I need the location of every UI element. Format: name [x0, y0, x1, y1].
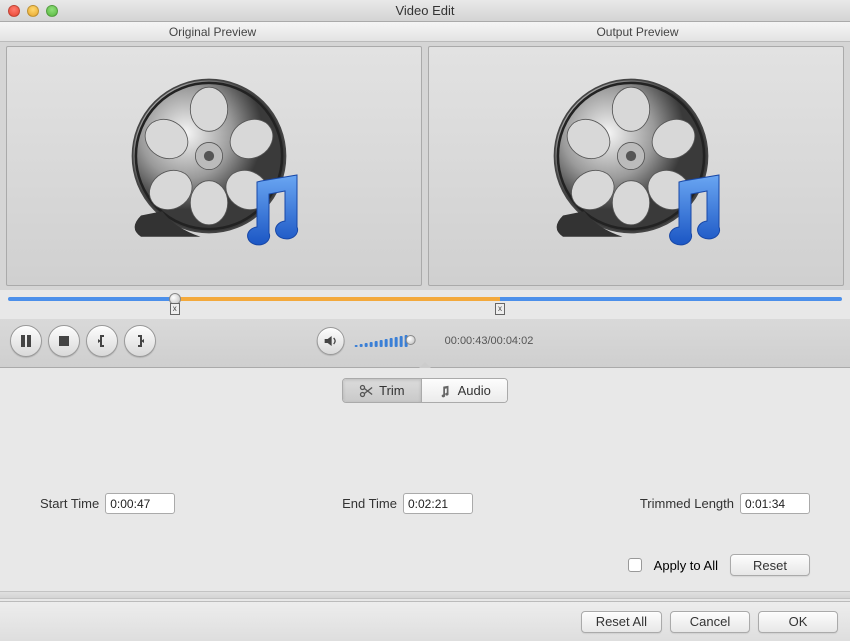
- minimize-window-button[interactable]: [27, 5, 39, 17]
- trim-panel: Start Time End Time Trimmed Length Apply…: [0, 403, 850, 606]
- bracket-left-icon: [95, 334, 109, 348]
- stop-button[interactable]: [48, 325, 80, 357]
- apply-to-all-label: Apply to All: [654, 558, 718, 573]
- mark-in-button[interactable]: [86, 325, 118, 357]
- end-time-label: End Time: [342, 496, 397, 511]
- preview-area: [0, 42, 850, 290]
- tab-audio[interactable]: Audio: [421, 379, 507, 402]
- tab-pointer-icon: [419, 362, 431, 368]
- end-time-input[interactable]: [403, 493, 473, 514]
- film-reel-icon: [114, 66, 314, 266]
- trimmed-length-label: Trimmed Length: [640, 496, 734, 511]
- tab-trim-label: Trim: [379, 383, 405, 398]
- film-reel-icon: [536, 66, 736, 266]
- output-preview: [428, 46, 844, 286]
- trimmed-length-input[interactable]: [740, 493, 810, 514]
- music-note-icon: [239, 171, 309, 251]
- pause-icon: [19, 334, 33, 348]
- pause-button[interactable]: [10, 325, 42, 357]
- original-preview: [6, 46, 422, 286]
- reset-button[interactable]: Reset: [730, 554, 810, 576]
- trim-end-handle[interactable]: x: [495, 303, 505, 315]
- reset-all-button[interactable]: Reset All: [581, 611, 662, 633]
- ok-button[interactable]: OK: [758, 611, 838, 633]
- cancel-button[interactable]: Cancel: [670, 611, 750, 633]
- volume-slider[interactable]: [355, 335, 435, 347]
- original-preview-label: Original Preview: [0, 22, 425, 41]
- start-time-input[interactable]: [105, 493, 175, 514]
- trim-timeline[interactable]: x x: [8, 293, 842, 317]
- volume-knob[interactable]: [406, 335, 416, 345]
- panel-separator: [0, 591, 850, 599]
- timeline-selection: [175, 297, 500, 301]
- preview-header: Original Preview Output Preview: [0, 22, 850, 42]
- zoom-window-button[interactable]: [46, 5, 58, 17]
- close-window-button[interactable]: [8, 5, 20, 17]
- scissors-icon: [359, 384, 373, 398]
- output-preview-label: Output Preview: [425, 22, 850, 41]
- window-title: Video Edit: [0, 3, 850, 18]
- volume-button[interactable]: [317, 327, 345, 355]
- music-note-icon: [661, 171, 731, 251]
- dialog-footer: Reset All Cancel OK: [0, 601, 850, 641]
- trim-start-handle[interactable]: x: [170, 303, 180, 315]
- mark-out-button[interactable]: [124, 325, 156, 357]
- stop-icon: [57, 334, 71, 348]
- apply-to-all-checkbox[interactable]: [628, 558, 642, 572]
- start-time-label: Start Time: [40, 496, 99, 511]
- bracket-right-icon: [133, 334, 147, 348]
- playback-timecode: 00:00:43/00:04:02: [445, 335, 534, 347]
- edit-tabs: Trim Audio: [0, 368, 850, 403]
- titlebar: Video Edit: [0, 0, 850, 22]
- playback-controls: 00:00:43/00:04:02: [0, 319, 850, 368]
- speaker-icon: [324, 334, 338, 348]
- tab-trim[interactable]: Trim: [343, 379, 421, 402]
- music-note-small-icon: [438, 384, 452, 398]
- tab-audio-label: Audio: [458, 383, 491, 398]
